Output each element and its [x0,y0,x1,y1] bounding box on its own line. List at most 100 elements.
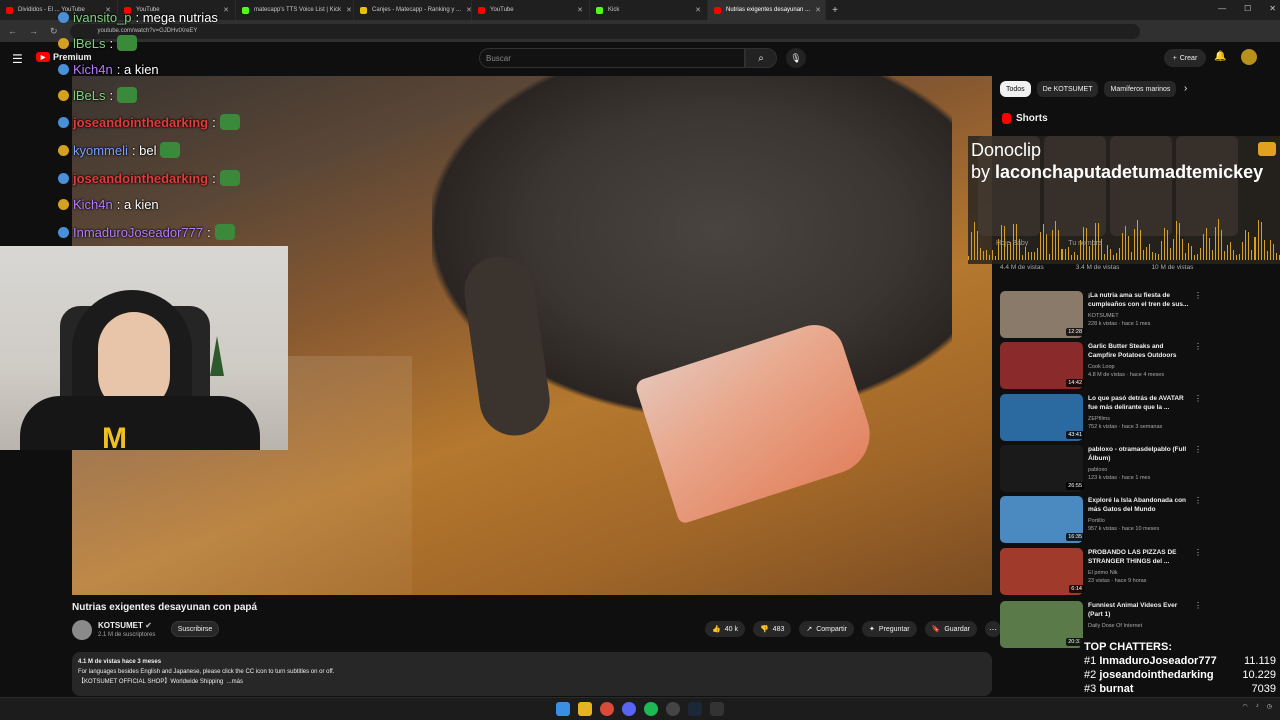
save-button[interactable]: 🔖 Guardar [924,621,977,637]
chrome-icon[interactable] [600,702,614,716]
tab-close-icon[interactable]: ✕ [223,6,229,14]
minimize-icon[interactable]: — [1218,4,1226,13]
discord-icon[interactable] [622,702,636,716]
recommended-title[interactable]: Lo que pasó detrás de AVATAR fue más del… [1088,394,1192,412]
share-icon: ↗ [806,626,813,633]
browser-tab[interactable]: YouTube ✕ [472,0,590,20]
more-options-icon[interactable]: ⋮ [1194,445,1202,454]
video-thumbnail[interactable]: 14:42 [1000,342,1084,389]
share-button[interactable]: ↗ Compartir [799,621,854,637]
recommended-video[interactable]: 43:41 Lo que pasó detrás de AVATAR fue má… [1000,394,1202,442]
more-options-icon[interactable]: ⋮ [1194,394,1202,403]
dislike-button[interactable]: 👎 483 [752,621,792,637]
voice-search-button[interactable]: 🎙 [786,48,806,68]
recommended-channel[interactable]: Cook Loop [1088,364,1115,370]
subscribe-button[interactable]: Suscribirse [171,621,219,637]
create-button[interactable]: + Crear [1164,49,1206,67]
visualizer-bar [1164,228,1166,260]
tab-favicon-icon [596,6,603,14]
shorts-header: Shorts [1002,113,1048,124]
visualizer-bar [1185,252,1187,260]
video-thumbnail[interactable]: 26:55 [1000,445,1084,492]
video-thumbnail[interactable]: 43:41 [1000,394,1084,441]
recommended-title[interactable]: Exploré la Isla Abandonada con más Gatos… [1088,496,1192,514]
visualizer-bar [1269,240,1271,260]
browser-tab[interactable]: Nutrias exigentes desayunan ... ✕ [708,0,826,20]
url-field[interactable]: youtube.com/watch?v=GJDHvtXreEY [69,23,1140,39]
back-icon[interactable]: ← [8,26,17,36]
visualizer-bar [1151,252,1153,260]
search-input[interactable]: Buscar [479,48,745,68]
browser-tab[interactable]: matecapp's TTS Voice List | Kick ✕ [236,0,354,20]
filter-chip[interactable]: Mamíferos marinos [1104,81,1177,97]
more-options-icon[interactable]: ⋮ [1194,342,1202,351]
obs-icon[interactable] [666,702,680,716]
file-explorer-icon[interactable] [578,702,592,716]
search-button[interactable]: ⌕ [745,48,777,68]
browser-tab[interactable]: Kick ✕ [590,0,708,20]
visualizer-bar [1218,219,1220,260]
channel-name[interactable]: KOTSUMET ✔ [98,621,152,630]
video-thumbnail[interactable]: 20:31 [1000,601,1084,648]
recommended-video[interactable]: 16:35 Exploré la Isla Abandonada con más … [1000,496,1202,544]
video-description[interactable]: 4.1 M de vistas hace 3 meses For languag… [72,652,992,696]
recommended-channel[interactable]: pabloxo [1088,467,1107,473]
recommended-title[interactable]: PROBANDO LAS PIZZAS DE STRANGER THINGS d… [1088,548,1192,566]
more-options-icon[interactable]: ⋮ [1194,496,1202,505]
steam-icon[interactable] [688,702,702,716]
forward-icon[interactable]: → [29,26,38,36]
visualizer-bar [1170,247,1172,260]
windows-start-icon[interactable] [556,702,570,716]
hamburger-menu-icon[interactable]: ☰ [12,52,23,66]
visualizer-bar [1064,248,1066,260]
chevron-right-icon[interactable]: › [1184,83,1187,94]
spotify-icon[interactable] [644,702,658,716]
tab-close-icon[interactable]: ✕ [346,6,352,14]
reload-icon[interactable]: ↻ [50,26,58,37]
recommended-channel[interactable]: KOTSUMET [1088,313,1119,319]
ask-button[interactable]: ✦ Preguntar [861,621,917,637]
new-tab-icon[interactable]: + [826,5,844,16]
chat-badge-icon [58,116,69,128]
system-tray[interactable]: ◠ ♪ ◷ [1243,703,1273,710]
tab-close-icon[interactable]: ✕ [815,6,821,14]
chat-message: kyommeli: bel [58,142,181,158]
show-more-link[interactable]: ...más [227,679,243,685]
recommended-channel[interactable]: ZEPfilms [1088,416,1110,422]
tab-close-icon[interactable]: ✕ [695,6,701,14]
video-thumbnail[interactable]: 6:14 [1000,548,1084,595]
account-avatar[interactable] [1241,49,1257,65]
more-actions-icon[interactable]: ⋯ [985,621,1001,637]
recommended-video[interactable]: 26:55 pabloxo - otramasdelpablo (Full Álb… [1000,445,1202,493]
recommended-title[interactable]: ¡La nutria ama su fiesta de cumpleaños c… [1088,291,1192,309]
youtube-logo[interactable]: ▶ Premium [36,52,92,62]
recommended-channel[interactable]: Daily Dose Of Internet [1088,623,1142,629]
window-controls[interactable]: — ☐ ✕ [1218,4,1276,13]
more-options-icon[interactable]: ⋮ [1194,548,1202,557]
recommended-video[interactable]: 14:42 Garlic Butter Steaks and Campfire P… [1000,342,1202,390]
visualizer-bar [1115,253,1117,260]
like-button[interactable]: 👍 40 k [705,621,745,637]
terminal-icon[interactable] [710,702,724,716]
more-options-icon[interactable]: ⋮ [1194,291,1202,300]
recommended-video[interactable]: 6:14 PROBANDO LAS PIZZAS DE STRANGER THIN… [1000,548,1202,596]
recommended-title[interactable]: Garlic Butter Steaks and Campfire Potato… [1088,342,1192,360]
filter-chip[interactable]: Todos [1000,81,1031,97]
more-options-icon[interactable]: ⋮ [1194,601,1202,610]
browser-tab[interactable]: Canjes - Matecapp - Ranking y ... ✕ [354,0,472,20]
recommended-channel[interactable]: El primo Nik [1088,570,1118,576]
notifications-bell-icon[interactable]: 🔔 [1214,51,1226,62]
filter-chip[interactable]: De KOTSUMET [1036,81,1099,97]
video-thumbnail[interactable]: 16:35 [1000,496,1084,543]
video-thumbnail[interactable]: 12:28 [1000,291,1084,338]
recommended-title[interactable]: pabloxo - otramasdelpablo (Full Álbum) [1088,445,1192,463]
recommended-channel[interactable]: Portillo [1088,518,1105,524]
recommended-video[interactable]: 12:28 ¡La nutria ama su fiesta de cumplea… [1000,291,1202,339]
recommended-title[interactable]: Funniest Animal Videos Ever (Part 1) [1088,601,1192,619]
maximize-icon[interactable]: ☐ [1244,4,1251,13]
close-icon[interactable]: ✕ [1269,4,1276,13]
gift-icon [1258,142,1276,156]
tab-close-icon[interactable]: ✕ [577,6,583,14]
channel-avatar[interactable] [72,620,92,640]
description-line-2: 【KOTSUMET OFFICIAL SHOP】Worldwide Shippi… [78,679,243,685]
